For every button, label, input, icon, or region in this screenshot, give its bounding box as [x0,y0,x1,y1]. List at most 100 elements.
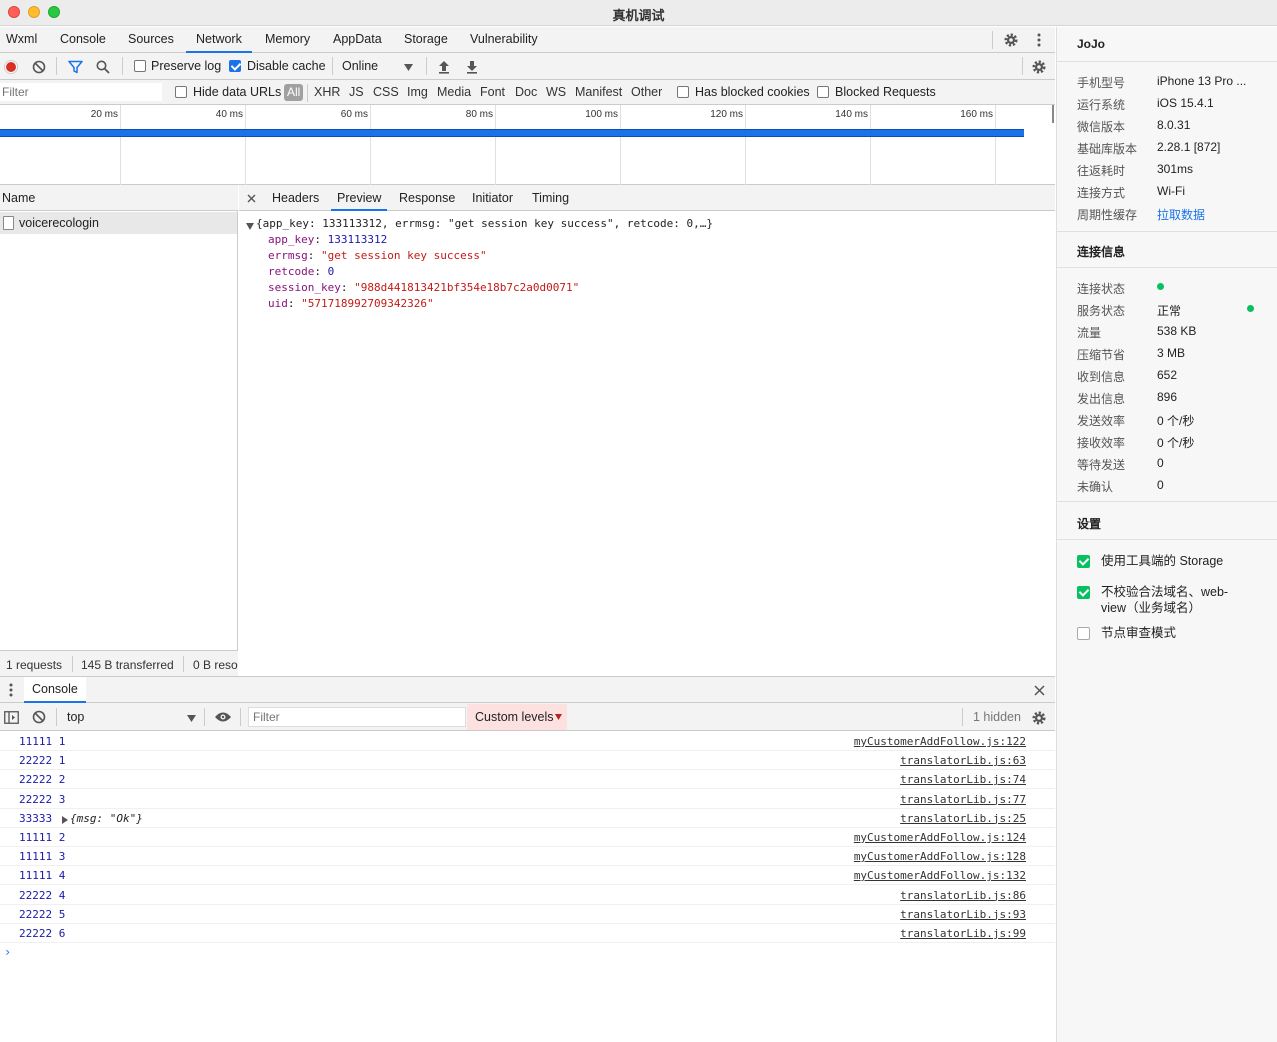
log-source-link[interactable]: translatorLib.js:86 [900,889,1026,902]
network-settings-gear-icon[interactable] [1030,58,1048,76]
console-log-row[interactable]: 22222 1 translatorLib.js:63 [0,751,1055,771]
type-filter-other[interactable]: Other [631,85,662,99]
log-source-link[interactable]: translatorLib.js:93 [900,908,1026,921]
drawer-menu-icon[interactable] [5,682,17,698]
export-har-icon[interactable] [464,59,480,75]
type-filter-img[interactable]: Img [407,85,428,99]
log-levels-label: Custom levels [475,710,554,724]
expand-triangle-icon[interactable] [246,220,254,233]
context-chevron-down-icon[interactable] [186,713,196,723]
expand-object-icon[interactable] [62,814,68,827]
log-source-link[interactable]: translatorLib.js:74 [900,773,1026,786]
console-filter-input[interactable] [248,707,466,727]
tab-appdata[interactable]: AppData [333,27,382,53]
tab-storage[interactable]: Storage [404,27,448,53]
log-source-link[interactable]: translatorLib.js:63 [900,754,1026,767]
more-menu-icon[interactable] [1032,31,1046,49]
live-expression-eye-icon[interactable] [213,710,233,724]
toolbar-divider [1022,57,1023,75]
type-filter-doc[interactable]: Doc [515,85,537,99]
console-log-row[interactable]: 11111 1 myCustomerAddFollow.js:122 [0,732,1055,751]
type-filter-all[interactable]: All [284,84,304,101]
clear-icon[interactable] [31,59,47,75]
request-row[interactable]: voicerecologin [0,212,237,234]
type-filter-css[interactable]: CSS [373,85,399,99]
type-filter-font[interactable]: Font [480,85,505,99]
console-clear-icon[interactable] [31,709,47,725]
filter-icon[interactable] [67,59,83,75]
console-log-row[interactable]: 11111 4 myCustomerAddFollow.js:132 [0,866,1055,886]
log-object[interactable]: {msg: "Ok"} [70,812,143,825]
type-filter-media[interactable]: Media [437,85,471,99]
tab-vulnerability[interactable]: Vulnerability [470,27,538,53]
log-source-link[interactable]: translatorLib.js:25 [900,812,1026,825]
close-detail-icon[interactable] [244,191,258,205]
type-filter-js[interactable]: JS [349,85,364,99]
type-filter-ws[interactable]: WS [546,85,566,99]
json-summary[interactable]: {app_key: 133113312, errmsg: "get sessio… [256,217,713,230]
console-log-row[interactable]: 11111 3 myCustomerAddFollow.js:128 [0,847,1055,867]
tab-console[interactable]: Console [60,27,106,53]
devtools-panel: Wxml Console Sources Network Memory AppD… [0,27,1055,1042]
disable-cache-label: Disable cache [247,59,326,73]
sidebar-toggle-icon[interactable] [3,709,19,725]
json-field-row[interactable]: errmsg: "get session key success" [268,249,487,262]
console-log-row[interactable]: 11111 2 myCustomerAddFollow.js:124 [0,828,1055,847]
json-field-row[interactable]: uid: "571718992709342326" [268,297,434,310]
json-field-row[interactable]: retcode: 0 [268,265,334,278]
connection-info-label: 发出信息 [1077,392,1126,406]
setting-checkbox[interactable] [1077,586,1090,599]
preserve-log-checkbox[interactable] [134,60,146,72]
fetch-data-link[interactable]: 拉取数据 [1157,206,1205,223]
column-header-name[interactable]: Name [0,185,238,211]
tab-initiator[interactable]: Initiator [472,185,513,211]
log-source-link[interactable]: myCustomerAddFollow.js:122 [854,735,1026,748]
settings-gear-icon[interactable] [1002,31,1020,49]
throttling-select[interactable]: Online [342,59,378,73]
import-har-icon[interactable] [436,59,452,75]
log-source-link[interactable]: translatorLib.js:77 [900,793,1026,806]
json-field-row[interactable]: session_key: "988d441813421bf354e18b7c2a… [268,281,579,294]
setting-label: 不校验合法域名、web-view（业务域名） [1101,585,1229,615]
json-field-row[interactable]: app_key: 133113312 [268,233,387,246]
blocked-requests-checkbox[interactable] [817,86,829,98]
search-icon[interactable] [95,59,111,75]
console-settings-gear-icon[interactable] [1030,709,1048,727]
disable-cache-checkbox[interactable] [229,60,241,72]
log-levels-dropdown[interactable]: Custom levels [467,704,567,730]
log-source-link[interactable]: myCustomerAddFollow.js:128 [854,850,1026,863]
network-overview-timeline[interactable]: 20 ms 40 ms 60 ms 80 ms 100 ms 120 ms 140 ms 16… [0,105,1055,185]
console-log-row[interactable]: 22222 4 translatorLib.js:86 [0,886,1055,905]
record-icon[interactable] [3,59,19,75]
context-select[interactable]: top [67,710,84,724]
hide-data-urls-checkbox[interactable] [175,86,187,98]
console-log-row[interactable]: 33333 {msg: "Ok"} translatorLib.js:25 [0,809,1055,828]
setting-checkbox[interactable] [1077,555,1090,568]
console-log-row[interactable]: 22222 5 translatorLib.js:93 [0,905,1055,924]
console-log-row[interactable]: 22222 2 translatorLib.js:74 [0,770,1055,790]
tab-network[interactable]: Network [186,27,252,53]
timeline-scroll-marker [1052,105,1054,123]
tab-response[interactable]: Response [399,185,455,211]
console-prompt-icon[interactable]: › [4,945,11,959]
network-filter-input[interactable] [0,83,162,101]
tab-sources[interactable]: Sources [128,27,174,53]
tab-wxml[interactable]: Wxml [6,27,37,53]
has-blocked-cookies-checkbox[interactable] [677,86,689,98]
tab-memory[interactable]: Memory [265,27,310,53]
setting-checkbox[interactable] [1077,627,1090,640]
chevron-down-icon[interactable] [403,62,413,72]
tab-timing[interactable]: Timing [532,185,569,211]
log-source-link[interactable]: myCustomerAddFollow.js:124 [854,831,1026,844]
type-filter-manifest[interactable]: Manifest [575,85,622,99]
drawer-tab-console[interactable]: Console [24,677,86,703]
preserve-log-label: Preserve log [151,59,222,73]
log-source-link[interactable]: translatorLib.js:99 [900,927,1026,940]
tab-headers[interactable]: Headers [272,185,319,211]
close-drawer-icon[interactable] [1032,683,1046,697]
console-log-row[interactable]: 22222 6 translatorLib.js:99 [0,924,1055,943]
log-source-link[interactable]: myCustomerAddFollow.js:132 [854,869,1026,882]
type-filter-xhr[interactable]: XHR [314,85,340,99]
tab-preview[interactable]: Preview [331,185,388,211]
console-log-row[interactable]: 22222 3 translatorLib.js:77 [0,790,1055,809]
